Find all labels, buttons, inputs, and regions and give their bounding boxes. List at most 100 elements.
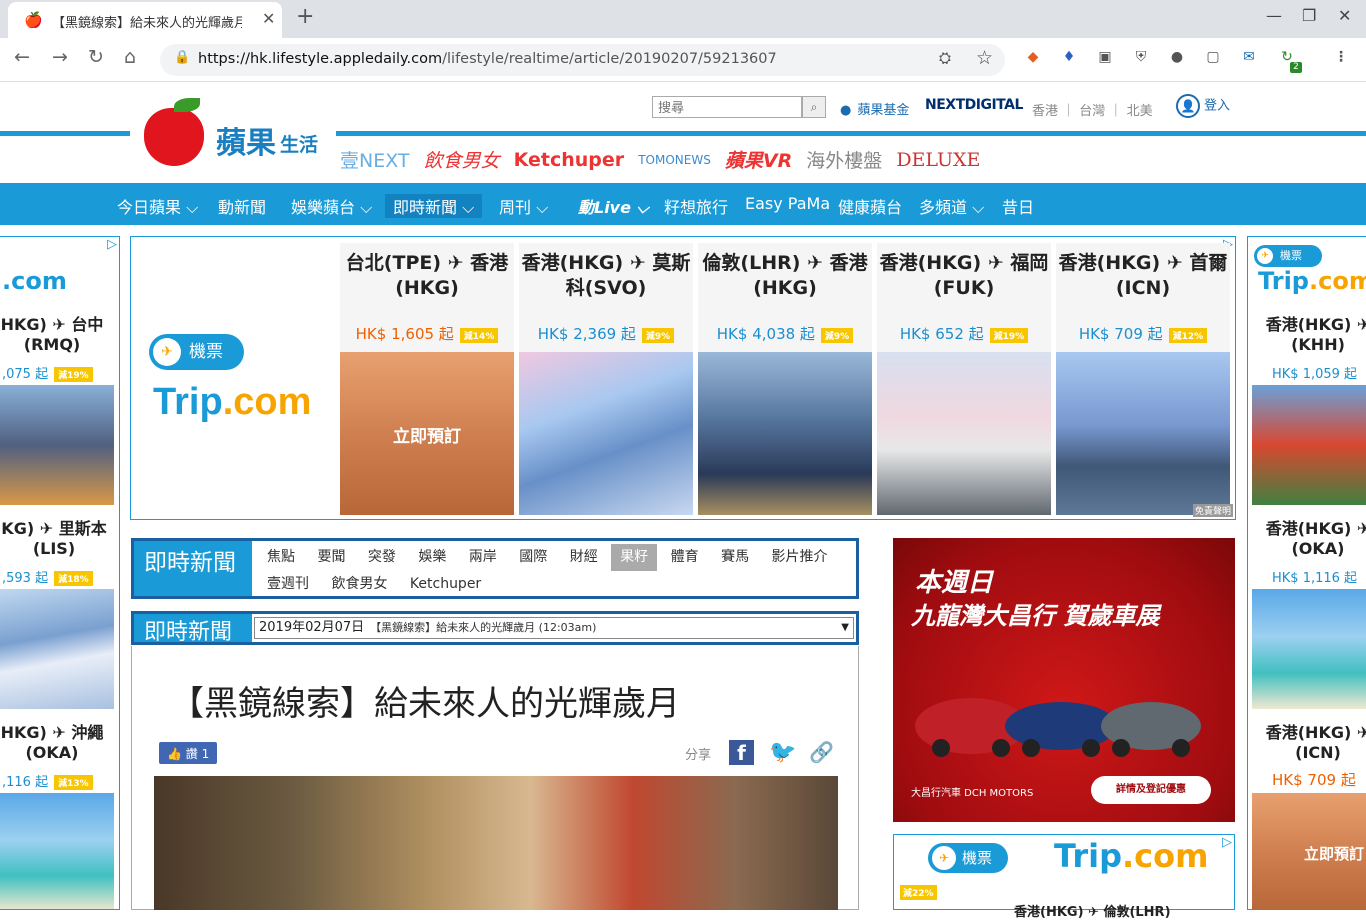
category-link[interactable]: 焦點	[267, 544, 295, 571]
right-flight-1-price: HK$ 1,059 起	[1272, 367, 1358, 382]
category-link[interactable]: 飲食男女	[331, 571, 387, 598]
nav-item-today[interactable]: 今日蘋果 ⌵	[117, 194, 198, 218]
apple-fund-link[interactable]: ● 蘋果基金	[840, 99, 915, 118]
disclaimer-link[interactable]: 免責聲明	[1192, 504, 1233, 517]
ad-choices-icon[interactable]: ▷	[107, 237, 117, 252]
category-link[interactable]: 影片推介	[772, 544, 828, 571]
nav-item-realtime[interactable]: 即時新聞 ⌵	[385, 194, 483, 218]
bookmark-star-icon[interactable]: ☆	[976, 47, 993, 69]
partner-property[interactable]: 海外樓盤	[806, 146, 882, 173]
nav-item-health[interactable]: 健康蘋台	[838, 194, 902, 218]
region-tw[interactable]: 台灣	[1079, 104, 1105, 119]
nav-item-channels[interactable]: 多頻道 ⌵	[919, 194, 984, 218]
nav-item-motion-news[interactable]: 動新聞	[218, 194, 266, 218]
twitter-icon[interactable]: 🐦	[769, 740, 796, 765]
flight-price: HK$ 709 起減12%	[1056, 323, 1230, 344]
small-trip-ad[interactable]: ✈ 機票 Trip.com ▷ 減22% 香港(HKG) ✈ 倫敦(LHR)	[893, 834, 1235, 920]
car-ad-headline: 本週日	[915, 568, 994, 598]
restore-icon[interactable]: ❐	[1302, 6, 1316, 25]
chat-extension-icon[interactable]: ▢	[1204, 48, 1222, 66]
category-link[interactable]: 國際	[519, 544, 547, 571]
nav-item-easypama[interactable]: Easy PaMa	[745, 194, 830, 213]
castle-image	[877, 352, 1051, 515]
article-select[interactable]: 2019年02月07日 【黑鏡線索】給未來人的光輝歲月 (12:03am) ▼	[254, 617, 854, 639]
forward-icon[interactable]: →	[52, 46, 68, 68]
trip-logo: Trip.com	[153, 381, 312, 423]
apple-daily-logo[interactable]: 蘋果 生活	[130, 96, 336, 176]
category-link[interactable]: 壹週刊	[267, 571, 309, 598]
menu-dots-icon[interactable]: ⋮	[1332, 48, 1350, 66]
partner-bar: 壹NEXT 飲食男女 Ketchuper TOMONEWS 蘋果VR 海外樓盤 …	[340, 146, 988, 174]
category-link[interactable]: Ketchuper	[410, 571, 481, 598]
close-tab-icon[interactable]: ✕	[262, 9, 275, 28]
region-hk[interactable]: 香港	[1032, 104, 1058, 119]
category-link-selected[interactable]: 果籽	[611, 544, 658, 571]
apple-favicon-icon: 🍎	[24, 11, 43, 29]
reload-icon[interactable]: ↻	[88, 46, 104, 68]
flight-card-2[interactable]: 香港(HKG) ✈ 莫斯科(SVO) HK$ 2,369 起減9%	[519, 243, 693, 515]
flight-card-3[interactable]: 倫敦(LHR) ✈ 香港(HKG) HK$ 4,038 起減9%	[698, 243, 872, 515]
flight-card-1[interactable]: 台北(TPE) ✈ 香港(HKG) HK$ 1,605 起減14% 立即預訂	[340, 243, 514, 515]
lock-icon: 🔒	[174, 50, 191, 65]
ethereum-extension-icon[interactable]: ♦	[1060, 48, 1078, 66]
region-na[interactable]: 北美	[1127, 104, 1153, 119]
lock-extension-icon[interactable]: ▣	[1096, 48, 1114, 66]
partner-deluxe[interactable]: DELUXE	[896, 149, 980, 171]
article-image	[154, 776, 838, 910]
airplane-wing-image	[519, 352, 693, 515]
facebook-icon[interactable]: f	[729, 740, 754, 765]
partner-vr[interactable]: 蘋果VR	[725, 146, 792, 173]
partner-tomonews[interactable]: TOMONEWS	[638, 153, 711, 167]
tab-title: 【黑鏡線索】給未來人的光輝歲月	[52, 16, 242, 31]
category-link[interactable]: 娛樂	[418, 544, 446, 571]
mail-extension-icon[interactable]: ✉	[1240, 48, 1258, 66]
category-link[interactable]: 體育	[671, 544, 699, 571]
flight-card-5[interactable]: 香港(HKG) ✈ 首爾(ICN) HK$ 709 起減12%	[1056, 243, 1230, 515]
shield-extension-icon[interactable]: ⛨	[1132, 48, 1150, 66]
category-link[interactable]: 要聞	[317, 544, 345, 571]
link-icon[interactable]: 🔗	[809, 740, 834, 764]
new-tab-icon[interactable]: +	[296, 4, 314, 29]
car-show-ad[interactable]: 本週日 九龍灣大昌行 賀歲車展 大昌行汽車 DCH MOTORS 詳情及登記優惠	[893, 538, 1235, 822]
city-image	[0, 385, 114, 505]
ad-choices-icon[interactable]: ▷	[1222, 835, 1232, 850]
article-title: 【黑鏡線索】給未來人的光輝歲月	[170, 684, 680, 724]
nav-item-weekly[interactable]: 周刊 ⌵	[499, 194, 548, 218]
flight-card-4[interactable]: 香港(HKG) ✈ 福岡(FUK) HK$ 652 起減19%	[877, 243, 1051, 515]
left-side-ad[interactable]: ▷ .com HKG) ✈ 台中 (RMQ) ,075 起減19% KG) ✈ …	[0, 236, 120, 910]
category-link[interactable]: 賽馬	[721, 544, 749, 571]
translate-icon[interactable]: ⛭	[939, 49, 951, 67]
category-link[interactable]: 財經	[570, 544, 598, 571]
right-side-ad[interactable]: ✈機票 Trip.com 香港(HKG) ✈ (KHH) HK$ 1,059 起…	[1247, 236, 1366, 910]
trip-main-ad[interactable]: ✈機票 Trip.com ▷ 台北(TPE) ✈ 香港(HKG) HK$ 1,6…	[130, 236, 1236, 520]
book-now-button[interactable]: 立即預訂	[340, 422, 514, 447]
nav-item-entertainment[interactable]: 娛樂蘋台 ⌵	[291, 194, 372, 218]
airplane-wing-image	[0, 589, 114, 709]
circle-extension-icon[interactable]: ●	[1168, 48, 1186, 66]
next-digital-logo[interactable]: NEXTDIGITAL	[925, 97, 1023, 113]
category-link[interactable]: 兩岸	[469, 544, 497, 571]
login-button[interactable]: 👤 登入	[1176, 94, 1230, 118]
window-close-icon[interactable]: ✕	[1338, 6, 1351, 25]
like-button[interactable]: 👍 讚 1	[159, 742, 218, 764]
fox-extension-icon[interactable]: ◆	[1024, 48, 1042, 66]
main-nav: 今日蘋果 ⌵ 動新聞 娛樂蘋台 ⌵ 即時新聞 ⌵ 周刊 ⌵ 動Live ⌵ 籽想…	[0, 183, 1366, 225]
partner-eat[interactable]: 飲食男女	[424, 146, 500, 173]
partner-next[interactable]: 壹NEXT	[340, 146, 410, 173]
search-input[interactable]	[652, 96, 802, 118]
book-now-button[interactable]: 立即預訂	[1304, 843, 1364, 864]
plane-icon: ✈	[1257, 248, 1273, 264]
category-link[interactable]: 突發	[368, 544, 396, 571]
back-icon[interactable]: ←	[14, 46, 30, 68]
car-ad-details-button[interactable]: 詳情及登記優惠	[1091, 776, 1211, 804]
nav-item-archive[interactable]: 昔日	[1002, 194, 1034, 218]
nav-item-live[interactable]: 動Live ⌵	[578, 194, 649, 218]
minimize-icon[interactable]: —	[1266, 6, 1282, 25]
partner-ketchuper[interactable]: Ketchuper	[514, 149, 625, 171]
home-icon[interactable]: ⌂	[124, 46, 136, 68]
left-flight-3-route: HKG) ✈ 沖繩 (OKA)	[0, 723, 104, 762]
nav-item-travel[interactable]: 籽想旅行	[664, 194, 728, 218]
search-icon[interactable]: ⌕	[802, 96, 826, 118]
browser-tab-active[interactable]: 🍎 【黑鏡線索】給未來人的光輝歲月 ✕	[8, 2, 282, 38]
address-bar[interactable]: 🔒 https://hk.lifestyle.appledaily.com/li…	[160, 44, 1005, 76]
